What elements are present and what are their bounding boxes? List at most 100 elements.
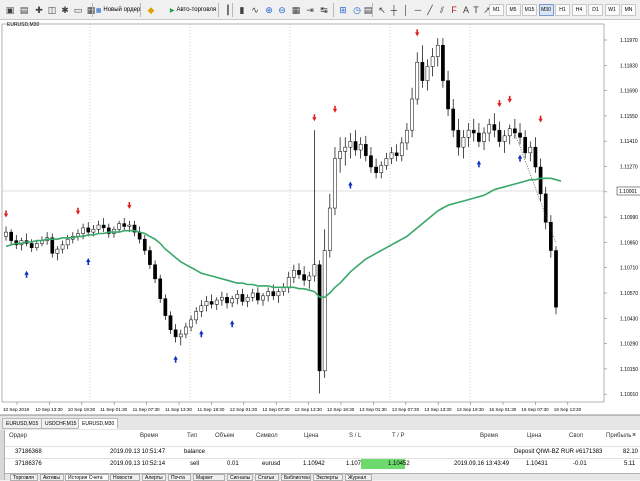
candle-body [286,277,291,288]
header-volume[interactable]: Объем [215,433,234,439]
time-label: 16 Sep 01:30 [489,407,517,412]
time-label: 13 Sep 01:30 [359,407,387,412]
candle-body [384,158,389,166]
candle-body [425,66,430,81]
line-chart-icon[interactable]: ∿ [249,3,261,17]
candle-body [307,275,312,281]
chart-tab[interactable]: EURUSD,M15 [2,418,43,429]
price-label: 1.10430 [620,316,638,322]
price-label: 1.10010 [620,392,638,398]
timeframe-button-m30[interactable]: M30 [538,4,554,16]
header-sl[interactable]: S / L [349,433,361,439]
timeframe-button-mn[interactable]: MN [621,4,636,16]
candle-body [379,165,384,173]
time-label: 11 Sep 19:30 [197,407,224,412]
profiles-icon[interactable]: ▤ [18,3,30,17]
timeframe-button-h1[interactable]: H1 [555,4,570,16]
timeframe-button-w1[interactable]: W1 [604,4,620,16]
zoom-out-icon[interactable]: ⊖ [276,3,288,17]
price-label: 1.11970 [620,38,638,44]
price-label: 1.11690 [620,89,638,95]
close-icon[interactable]: × [630,432,638,440]
time-cell: 2019.09.13 10:52:14 [110,461,166,467]
candle-body [245,296,250,302]
candle-body [214,299,219,305]
candle-body [189,319,193,328]
timeframe-button-m1[interactable]: M1 [489,4,504,16]
new-order-button[interactable]: ▦ Новый ордер [95,3,141,17]
header-tp[interactable]: T / P [392,433,405,439]
candle-body [446,80,450,110]
navigator-icon[interactable]: ✱ [59,3,71,17]
time-label: 12 Sep 13:30 [295,407,323,412]
candle-body [518,132,522,138]
crosshair-icon[interactable]: ┼ [388,3,400,17]
trendline-icon[interactable]: ╱ [424,3,436,17]
header-profit[interactable]: Прибыль [606,433,631,439]
candle-body [297,270,301,275]
candle-body [399,142,404,156]
header-swap[interactable]: Своп [569,433,583,439]
candle-body [513,128,517,134]
candle-body [502,135,507,142]
chart-tab[interactable]: USDCHF,M15 [41,418,81,429]
chart-window[interactable]: 1.11970 1.11830 1.11690 1.11550 1.11410 1.112… [0,12,640,474]
close-time-cell: 2019.09.16 13:43:49 [454,461,510,467]
candle-body [358,144,363,151]
chart-canvas[interactable]: 1.11970 1.11830 1.11690 1.11550 1.11410 1.112… [0,12,640,474]
candle-body [117,223,121,230]
candle-body [327,207,332,251]
indicators-icon[interactable]: ⊞ [337,3,349,17]
chart-shift-icon[interactable]: ⇥ [304,3,316,17]
candle-body [528,146,533,154]
time-label: 12 Sep 01:30 [230,407,258,412]
candle-body [389,152,394,159]
tile-windows-icon[interactable]: ▦ [290,3,302,17]
candle-body [348,141,353,148]
timeframe-button-m15[interactable]: M15 [522,4,537,16]
fibonacci-icon[interactable]: F [448,3,460,17]
market-watch-icon[interactable]: ✚ [33,3,45,17]
chart-title: EURUSD,M30 [7,22,40,28]
horizontal-line-icon[interactable]: ─ [412,3,424,17]
cursor-icon[interactable]: ↖ [376,3,388,17]
candle-body [477,132,481,142]
metaeditor-icon[interactable]: ◆ [145,3,157,17]
header-close-time[interactable]: Время [480,433,498,439]
candle-body [461,137,466,148]
candle-body [312,264,317,277]
terminal-icon[interactable]: ▭ [72,3,84,17]
comment-cell: Deposit QIWI-BZ RUR #6171383 [514,449,603,455]
candlestick-icon[interactable]: ▮ [236,3,248,17]
chart-tab[interactable]: EURUSD,M30 [78,418,119,429]
table-row[interactable]: 37186376 2019.09.13 10:52:14 sell 0.01 e… [5,458,640,469]
new-chart-icon[interactable]: ▣ [4,3,16,17]
timeframe-button-m5[interactable]: M5 [505,4,521,16]
table-row[interactable]: 37186368 2019.09.13 10:51:47 balance Dep… [5,446,640,457]
volume-cell: 0.01 [227,461,239,467]
new-order-icon: ▦ [95,7,102,14]
vertical-line-icon[interactable]: │ [400,3,412,17]
candle-body [415,61,420,100]
autotrading-button[interactable]: ▶ Авто-торговля [168,3,218,17]
header-price[interactable]: Цена [304,433,318,439]
header-time[interactable]: Время [140,433,158,439]
tp-cell: 1.10452 [388,461,410,467]
data-window-icon[interactable]: ◫ [46,3,58,17]
time-label: 10 Sep 19:30 [68,407,96,412]
header-order[interactable]: Ордер [9,433,27,439]
zoom-in-icon[interactable]: ⊕ [263,3,275,17]
candle-body [9,231,13,241]
candle-body [487,124,492,134]
autotrading-icon: ▶ [169,7,175,14]
timeframe-button-h4[interactable]: H4 [571,4,587,16]
price-label: 1.10850 [620,240,638,246]
toolbar-separator [140,3,141,17]
header-symbol[interactable]: Символ [256,433,278,439]
timeframe-button-d1[interactable]: D1 [588,4,603,16]
header-close-price[interactable]: Цена [527,433,541,439]
autoscroll-icon[interactable]: ↹ [318,3,330,17]
header-type[interactable]: Тип [187,433,197,439]
candle-body [435,44,440,57]
equidistant-channel-icon[interactable]: ⫽ [436,3,448,17]
